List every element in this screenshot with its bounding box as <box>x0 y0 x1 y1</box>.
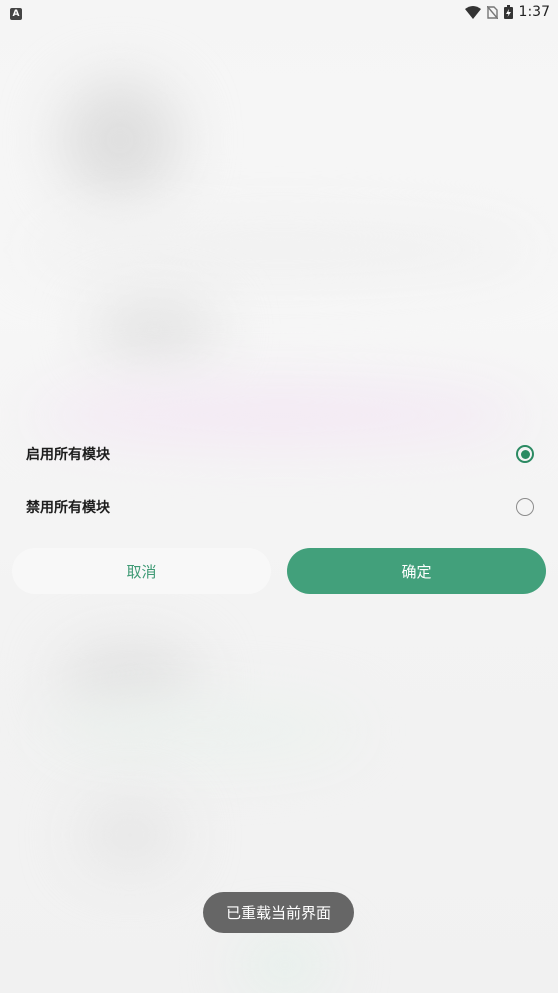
option-label: 禁用所有模块 <box>26 500 110 516</box>
cancel-button[interactable]: 取消 <box>12 548 271 594</box>
wifi-icon <box>464 5 481 19</box>
blur-shape <box>60 80 180 200</box>
toast-message: 已重载当前界面 <box>203 892 354 933</box>
blur-shape <box>90 300 220 360</box>
blur-shape <box>80 800 180 870</box>
blur-shape <box>40 700 360 760</box>
clock-time: 1:37 <box>518 4 550 20</box>
blur-shape <box>240 940 330 990</box>
option-label: 启用所有模块 <box>26 447 110 463</box>
status-right: 1:37 <box>464 4 550 20</box>
status-bar: A 1:37 <box>0 0 558 24</box>
radio-checked-icon[interactable] <box>516 445 534 463</box>
notification-app-icon: A <box>10 7 22 20</box>
blur-shape <box>20 220 540 280</box>
battery-charging-icon <box>503 5 513 19</box>
radio-unchecked-icon[interactable] <box>516 498 534 516</box>
option-enable-all[interactable]: 启用所有模块 <box>0 429 558 479</box>
confirm-button[interactable]: 确定 <box>287 548 546 594</box>
option-disable-all[interactable]: 禁用所有模块 <box>0 482 558 532</box>
radio-dot <box>520 449 530 459</box>
no-sim-icon <box>486 5 498 19</box>
status-left: A <box>10 5 22 20</box>
